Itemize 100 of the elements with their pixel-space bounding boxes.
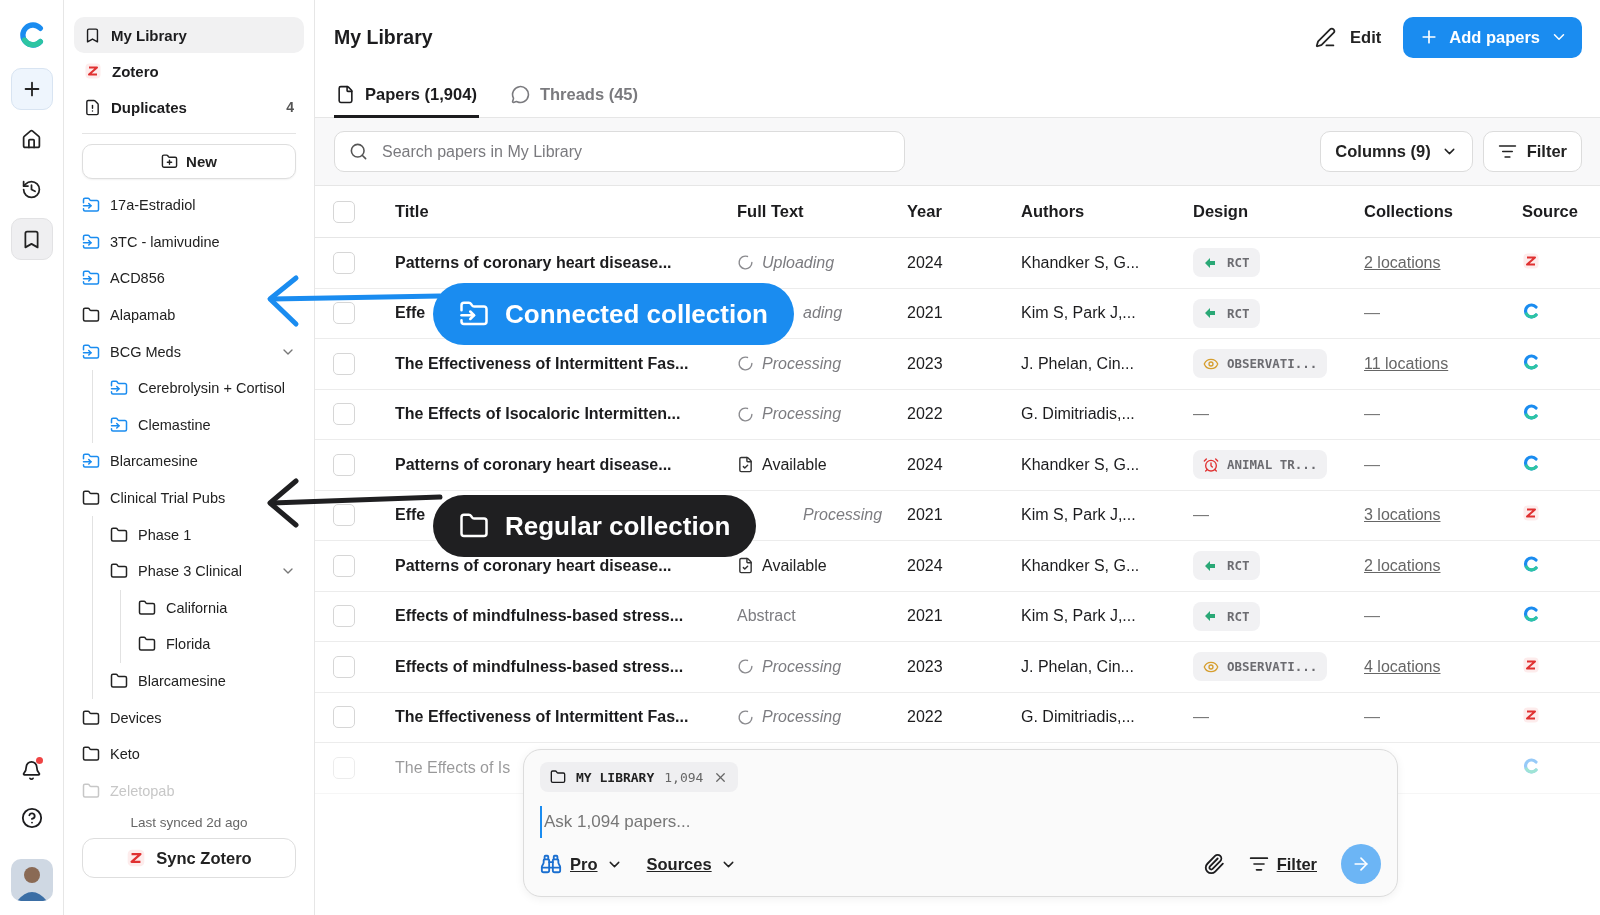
folder-icon bbox=[82, 489, 100, 508]
row-checkbox[interactable] bbox=[333, 302, 355, 325]
scope-chip[interactable]: MY LIBRARY 1,094 bbox=[540, 762, 739, 792]
paper-title[interactable]: Patterns of coronary heart disease... bbox=[395, 455, 672, 474]
year-cell-text: 2023 bbox=[907, 354, 944, 373]
sidebar-item[interactable]: My Library bbox=[74, 17, 304, 53]
attach-icon[interactable] bbox=[1202, 853, 1225, 875]
collection-item[interactable]: California bbox=[130, 589, 304, 627]
search-field[interactable]: Search papers in My Library bbox=[334, 131, 905, 172]
paper-title[interactable]: The Effects of Isocaloric Intermitten... bbox=[395, 405, 681, 424]
paper-title[interactable]: The Effectiveness of Intermittent Fas... bbox=[395, 708, 689, 727]
sidebar-item[interactable]: Duplicates 4 bbox=[74, 89, 304, 125]
collection-item[interactable]: Keto bbox=[74, 735, 304, 773]
collection-item[interactable]: Phase 1 bbox=[102, 516, 304, 553]
folder-icon bbox=[82, 745, 100, 764]
consensus-icon bbox=[1522, 302, 1540, 321]
column-header[interactable]: Design bbox=[1193, 202, 1364, 221]
paper-title[interactable]: Effe bbox=[395, 304, 426, 323]
new-collection-button[interactable]: New bbox=[82, 144, 296, 179]
callout: Connected collection bbox=[433, 283, 794, 345]
send-button[interactable] bbox=[1341, 844, 1381, 884]
row-checkbox[interactable] bbox=[333, 504, 355, 527]
column-header[interactable]: Full Text bbox=[737, 202, 907, 221]
library-button[interactable] bbox=[10, 218, 53, 260]
collection-item[interactable]: Devices bbox=[74, 699, 304, 736]
edit-button[interactable]: Edit bbox=[1315, 26, 1382, 48]
file-check-icon bbox=[737, 557, 754, 575]
sidebar-item[interactable]: Zotero bbox=[74, 53, 304, 89]
row-checkbox[interactable] bbox=[333, 403, 355, 426]
tab[interactable]: Threads (45) bbox=[508, 74, 641, 118]
row-checkbox[interactable] bbox=[333, 655, 355, 678]
folder-icon bbox=[82, 708, 100, 727]
empty-dash: — bbox=[1364, 405, 1381, 424]
column-header[interactable]: Source bbox=[1522, 202, 1600, 221]
filter-button[interactable]: Filter bbox=[1482, 131, 1582, 172]
page-title: My Library bbox=[334, 25, 434, 49]
ask-field[interactable]: Ask 1,094 papers... bbox=[540, 806, 1381, 838]
mode-dropdown[interactable]: Pro bbox=[540, 853, 623, 875]
paper-title[interactable]: Effe bbox=[395, 506, 426, 525]
empty-dash: — bbox=[1364, 607, 1381, 626]
locations-link[interactable]: 2 locations bbox=[1364, 253, 1441, 272]
column-header[interactable]: Title bbox=[395, 202, 737, 221]
collection-item[interactable]: ACD856 bbox=[74, 260, 304, 297]
file-check-icon bbox=[737, 456, 754, 474]
row-checkbox[interactable] bbox=[333, 605, 355, 628]
full-text-status: Processing bbox=[802, 506, 884, 525]
pencil-icon bbox=[1315, 26, 1337, 48]
folder-icon bbox=[82, 306, 100, 325]
zotero-icon bbox=[1522, 251, 1540, 270]
collection-item[interactable]: Clemastine bbox=[102, 406, 304, 444]
collection-item[interactable]: Florida bbox=[130, 626, 304, 663]
column-header[interactable]: Authors bbox=[1021, 202, 1193, 221]
locations-link[interactable]: 2 locations bbox=[1364, 556, 1441, 575]
paper-title[interactable]: Effects of mindfulness-based stress... bbox=[395, 657, 684, 676]
row-checkbox[interactable] bbox=[333, 453, 355, 476]
zotero-icon bbox=[1522, 655, 1540, 674]
collection-item[interactable]: Phase 3 Clinical bbox=[102, 552, 304, 590]
scope-count: 1,094 bbox=[664, 769, 704, 785]
design-badge: RCT bbox=[1193, 551, 1260, 581]
spinner-icon bbox=[737, 355, 754, 373]
locations-link[interactable]: 3 locations bbox=[1364, 506, 1441, 525]
folder-icon bbox=[138, 635, 156, 654]
collection-item[interactable]: 3TC - lamivudine bbox=[74, 223, 304, 261]
collection-item[interactable]: Blarcamesine bbox=[74, 443, 304, 480]
empty-dash: — bbox=[1193, 405, 1210, 424]
filter-button[interactable]: Filter bbox=[1248, 854, 1317, 874]
row-checkbox[interactable] bbox=[333, 352, 355, 375]
filter-icon bbox=[1248, 854, 1269, 874]
empty-dash: — bbox=[1193, 708, 1210, 727]
collection-item[interactable]: Alapamab bbox=[74, 296, 304, 334]
help-icon[interactable] bbox=[20, 807, 43, 829]
connected-folder-icon bbox=[110, 415, 128, 434]
paper-title[interactable]: Patterns of coronary heart disease... bbox=[395, 253, 672, 272]
collection-item[interactable]: BCG Meds bbox=[74, 333, 304, 370]
collection-item[interactable]: 17a-Estradiol bbox=[74, 187, 304, 224]
collection-item[interactable]: Cerebrolysin + Cortisol bbox=[102, 369, 304, 407]
folder-icon bbox=[110, 525, 128, 544]
empty-dash: — bbox=[1364, 455, 1381, 474]
sync-button[interactable]: Sync Zotero bbox=[82, 838, 296, 879]
sources-dropdown[interactable]: Sources bbox=[646, 854, 737, 874]
new-button[interactable] bbox=[10, 68, 53, 110]
sync-status: Last synced 2d ago bbox=[129, 815, 249, 831]
design-badge: ANIMAL TR... bbox=[1193, 450, 1328, 480]
columns-button[interactable]: Columns (9) bbox=[1320, 131, 1473, 172]
search-input[interactable]: Search papers in My Library bbox=[380, 141, 890, 162]
paper-title[interactable]: Patterns of coronary heart disease... bbox=[395, 556, 672, 575]
paper-title[interactable]: The Effectiveness of Intermittent Fas... bbox=[395, 354, 689, 373]
row-checkbox[interactable] bbox=[333, 706, 355, 729]
spinner-icon bbox=[737, 658, 754, 676]
row-checkbox[interactable] bbox=[333, 554, 355, 577]
column-header[interactable]: Collections bbox=[1364, 202, 1522, 221]
select-all-checkbox[interactable] bbox=[333, 200, 355, 223]
avatar[interactable] bbox=[10, 859, 53, 901]
locations-link[interactable]: 11 locations bbox=[1364, 354, 1449, 373]
paper-title[interactable]: Effects of mindfulness-based stress... bbox=[395, 607, 684, 626]
collection-item[interactable]: Clinical Trial Pubs bbox=[74, 479, 304, 517]
column-header[interactable]: Year bbox=[907, 202, 1021, 221]
row-checkbox[interactable] bbox=[333, 251, 355, 274]
collection-item[interactable]: Blarcamesine bbox=[102, 662, 304, 700]
locations-link[interactable]: 4 locations bbox=[1364, 657, 1441, 676]
